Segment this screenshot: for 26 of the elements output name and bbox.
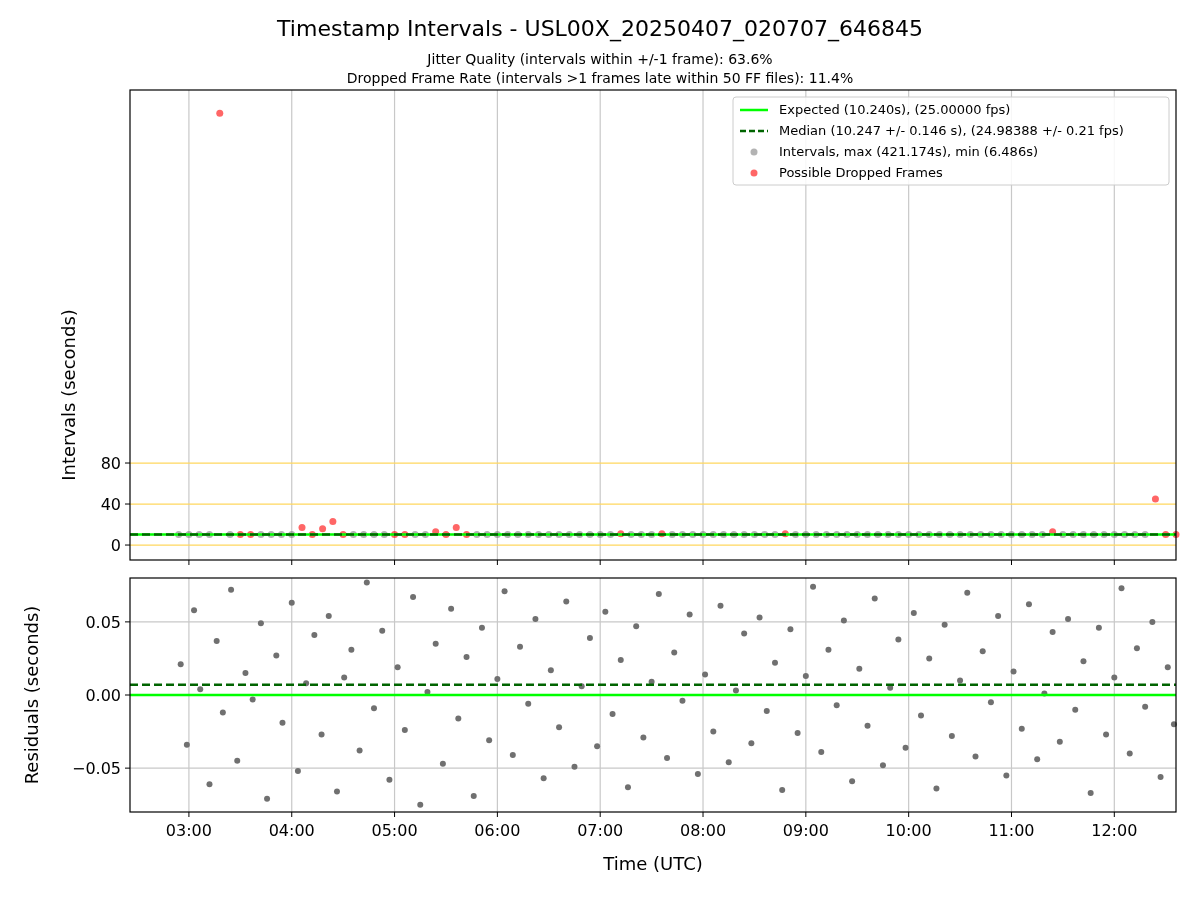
legend-label: Possible Dropped Frames	[779, 165, 943, 180]
x-tick-label: 04:00	[268, 821, 315, 840]
legend-label: Intervals, max (421.174s), min (6.486s)	[779, 144, 1038, 159]
x-tick-label: 06:00	[474, 821, 521, 840]
y-tick-label: 80	[100, 454, 121, 474]
figure-subtitle: Dropped Frame Rate (intervals >1 frames late within 50 FF files): 11.4%	[346, 70, 854, 86]
y-tick-label: 0	[110, 536, 121, 556]
x-tick-label: 05:00	[371, 821, 418, 840]
y-tick-label: 0.00	[85, 686, 121, 705]
figure-title: Timestamp Intervals - USL00X_20250407_020707_646845	[277, 16, 923, 41]
x-tick-label: 12:00	[1091, 821, 1138, 840]
y-tick-label: 40	[100, 495, 121, 515]
x-axis-label: Time (UTC)	[603, 853, 703, 874]
figure-subtitle: Jitter Quality (intervals within +/-1 frame): 63.6%	[427, 51, 773, 67]
y-axis-label: Intervals (seconds)	[58, 309, 79, 481]
x-tick-label: 09:00	[782, 821, 829, 840]
x-tick-label: 07:00	[577, 821, 624, 840]
y-tick-label: −0.05	[71, 759, 121, 779]
legend-label: Expected (10.240s), (25.00000 fps)	[779, 102, 1011, 117]
legend-label: Median (10.247 +/- 0.146 s), (24.98388 +/- 0.21 fps)	[779, 123, 1124, 138]
x-tick-label: 03:00	[165, 821, 212, 840]
x-tick-label: 11:00	[988, 821, 1035, 840]
y-tick-label: 0.05	[85, 612, 121, 632]
x-tick-label: 10:00	[885, 821, 932, 840]
y-axis-label: Residuals (seconds)	[21, 605, 42, 785]
x-tick-label: 08:00	[679, 821, 727, 840]
